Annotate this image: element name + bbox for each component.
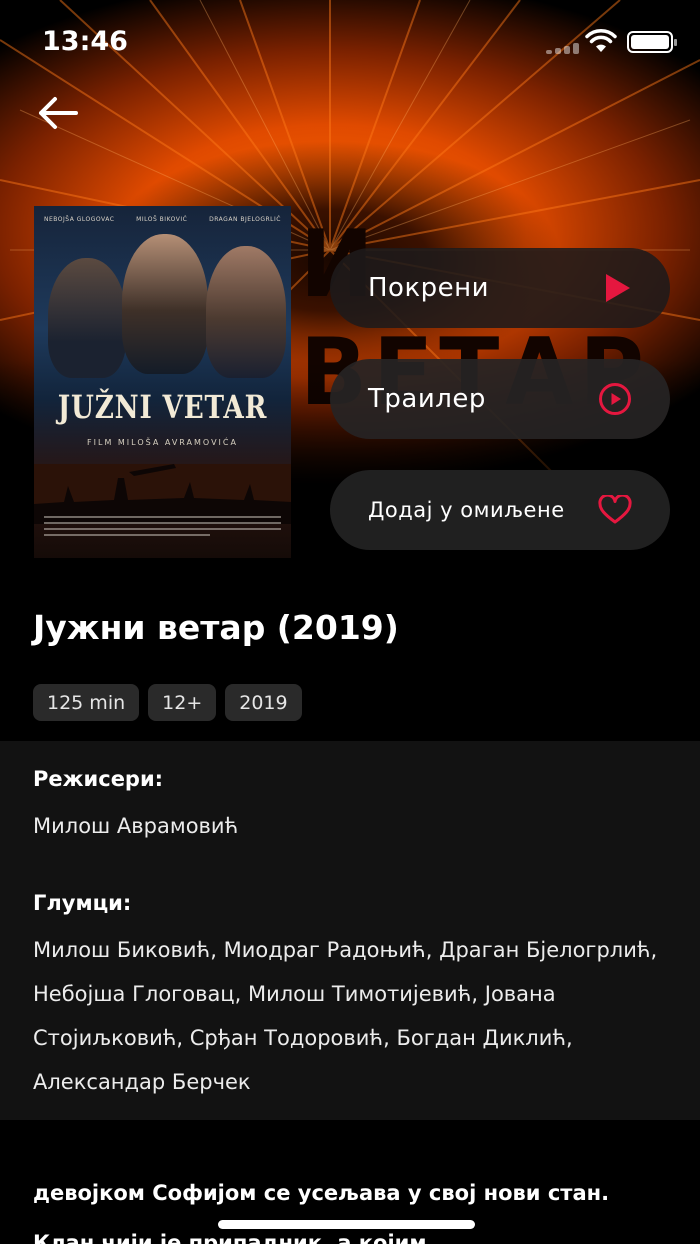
poster-billing-block	[44, 516, 281, 542]
poster-credit: NEBOJŠA GLOGOVAC	[44, 216, 115, 223]
actors-list: Милош Биковић, Миодраг Радоњић, Драган Б…	[33, 938, 658, 1094]
poster-top-credits: NEBOJŠA GLOGOVAC MILOŠ BIKOVIĆ DRAGAN BJ…	[44, 216, 281, 223]
poster-figure-left	[48, 258, 126, 378]
favorite-button-label: Додај у омиљене	[368, 498, 565, 522]
poster-skyline	[34, 464, 291, 524]
movie-poster: NEBOJŠA GLOGOVAC MILOŠ BIKOVIĆ DRAGAN BJ…	[34, 206, 291, 558]
poster-title: JUŽNI VETAR	[57, 388, 268, 426]
wifi-icon	[585, 29, 617, 52]
trailer-button-label: Траилер	[368, 384, 486, 414]
play-button-label: Покрени	[368, 273, 490, 303]
heart-outline-icon	[598, 495, 632, 524]
poster-figure-center	[122, 234, 208, 374]
play-button[interactable]: Покрени	[330, 248, 670, 328]
poster-credit: DRAGAN BJELOGRLIĆ	[209, 216, 281, 223]
poster-subtitle: FILM MILOŠA AVRAMOVIĆA	[87, 438, 238, 447]
movie-tags: 125 min 12+ 2019	[33, 684, 302, 721]
back-button[interactable]	[30, 88, 86, 138]
play-circle-icon	[599, 383, 631, 415]
status-bar: 13:46	[0, 0, 700, 84]
arrow-left-icon	[39, 97, 78, 129]
year-tag: 2019	[225, 684, 302, 721]
actors-heading: Глумци:	[33, 891, 132, 915]
status-time: 13:46	[42, 26, 128, 57]
duration-tag: 125 min	[33, 684, 140, 721]
credits-section: Режисери: Милош Аврамовић Глумци: Милош …	[0, 741, 700, 1120]
add-to-favorites-button[interactable]: Додај у омиљене	[330, 470, 670, 550]
cellular-signal-icon	[546, 42, 584, 54]
directors-list: Милош Аврамовић	[33, 814, 239, 838]
directors-heading: Режисери:	[33, 767, 164, 791]
trailer-button[interactable]: Траилер	[330, 359, 670, 439]
poster-credit: MILOŠ BIKOVIĆ	[136, 216, 188, 223]
battery-icon	[627, 31, 677, 53]
play-icon	[606, 274, 630, 302]
home-indicator[interactable]	[218, 1220, 475, 1229]
age-rating-tag: 12+	[148, 684, 217, 721]
movie-description: девојком Софијом се усељава у свој нови …	[33, 1181, 610, 1244]
movie-title: Јужни ветар (2019)	[33, 608, 399, 647]
poster-figure-right	[206, 246, 286, 378]
